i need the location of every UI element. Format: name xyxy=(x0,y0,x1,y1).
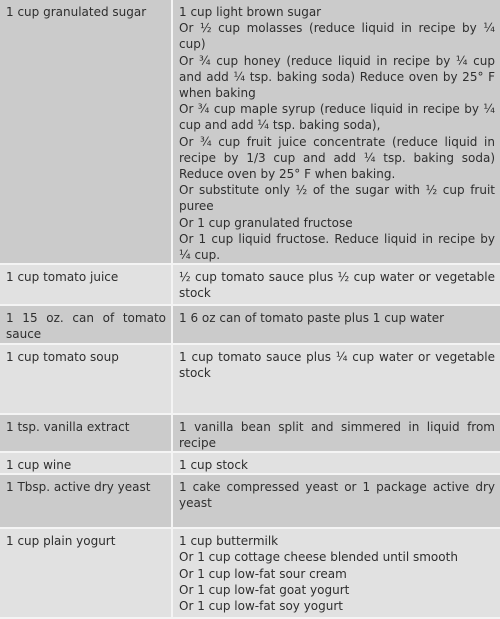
ingredient-cell: 1 cup tomato soup xyxy=(0,343,173,415)
substitute-cell: 1 cup light brown sugar Or ½ cup molasses… xyxy=(172,0,500,266)
substitute-line: ½ cup tomato sauce plus ½ cup water or v… xyxy=(179,270,495,301)
ingredient-cell: 1 cup tomato juice xyxy=(0,264,173,307)
substitute-line: Or 1 cup low-fat goat yogurt xyxy=(179,582,350,597)
substitute-cell: 1 cake compressed yeast or 1 package act… xyxy=(172,474,500,530)
substitute-cell: 1 cup tomato sauce plus ¼ cup water or v… xyxy=(172,343,500,415)
substitute-line: Or ¾ cup fruit juice concentrate (reduce… xyxy=(179,134,495,182)
ingredient-cell: 1 cup wine xyxy=(0,452,173,476)
table-row: 1 cup granulated sugar 1 cup light brown … xyxy=(0,0,500,266)
substitute-line: Or ½ cup molasses (reduce liquid in reci… xyxy=(179,21,495,52)
table-row: 1 cup plain yogurt 1 cup buttermilk Or 1 c… xyxy=(0,528,500,619)
substitute-line: Or 1 cup low-fat sour cream xyxy=(179,566,347,581)
substitute-cell: ½ cup tomato sauce plus ½ cup water or v… xyxy=(172,264,500,307)
substitute-cell: 1 cup buttermilk Or 1 cup cottage cheese … xyxy=(172,528,500,619)
substitute-line: Or 1 cup liquid fructose. Reduce liquid … xyxy=(179,231,495,263)
ingredient-cell: 1 15 oz. can of tomato sauce xyxy=(0,305,173,345)
ingredient-cell: 1 cup granulated sugar xyxy=(0,0,173,266)
substitute-line: 1 cup stock xyxy=(179,458,248,473)
ingredient-cell: 1 Tbsp. active dry yeast xyxy=(0,474,173,530)
table-row: 1 tsp. vanilla extract 1 vanilla bean spl… xyxy=(0,413,500,454)
substitute-line: Or ¾ cup maple syrup (reduce liquid in r… xyxy=(179,102,495,133)
table-row: 1 cup tomato soup 1 cup tomato sauce plus… xyxy=(0,343,500,415)
table-row: 1 cup tomato juice ½ cup tomato sauce plu… xyxy=(0,264,500,307)
substitute-line: 1 vanilla bean split and simmered in liq… xyxy=(179,419,495,450)
table-row: 1 15 oz. can of tomato sauce 1 6 oz can o… xyxy=(0,305,500,345)
substitute-line: 1 6 oz can of tomato paste plus 1 cup wa… xyxy=(179,311,445,326)
ingredient-cell: 1 cup plain yogurt xyxy=(0,528,173,619)
substitute-line: Or ¾ cup honey (reduce liquid in recipe … xyxy=(179,53,495,101)
substitute-line: 1 cup buttermilk xyxy=(179,534,279,549)
substitute-line: Or 1 cup granulated fructose xyxy=(179,215,353,230)
ingredient-cell: 1 tsp. vanilla extract xyxy=(0,413,173,454)
substitute-line: 1 cup tomato sauce plus ¼ cup water or v… xyxy=(179,349,495,380)
substitute-cell: 1 6 oz can of tomato paste plus 1 cup wa… xyxy=(172,305,500,345)
substitute-cell: 1 cup stock xyxy=(172,452,500,476)
table-row: 1 Tbsp. active dry yeast 1 cake compresse… xyxy=(0,474,500,530)
substitute-cell: 1 vanilla bean split and simmered in liq… xyxy=(172,413,500,454)
substitute-line: 1 cup light brown sugar xyxy=(179,5,322,19)
substitution-table: 1 cup granulated sugar 1 cup light brown … xyxy=(0,0,500,619)
substitute-line: Or 1 cup cottage cheese blended until sm… xyxy=(179,550,458,565)
substitute-line: 1 cake compressed yeast or 1 package act… xyxy=(179,480,495,511)
substitute-line: Or substitute only ½ of the sugar with ½… xyxy=(179,183,495,214)
table-row: 1 cup wine 1 cup stock xyxy=(0,452,500,476)
substitute-line: Or 1 cup low-fat soy yogurt xyxy=(179,599,344,614)
